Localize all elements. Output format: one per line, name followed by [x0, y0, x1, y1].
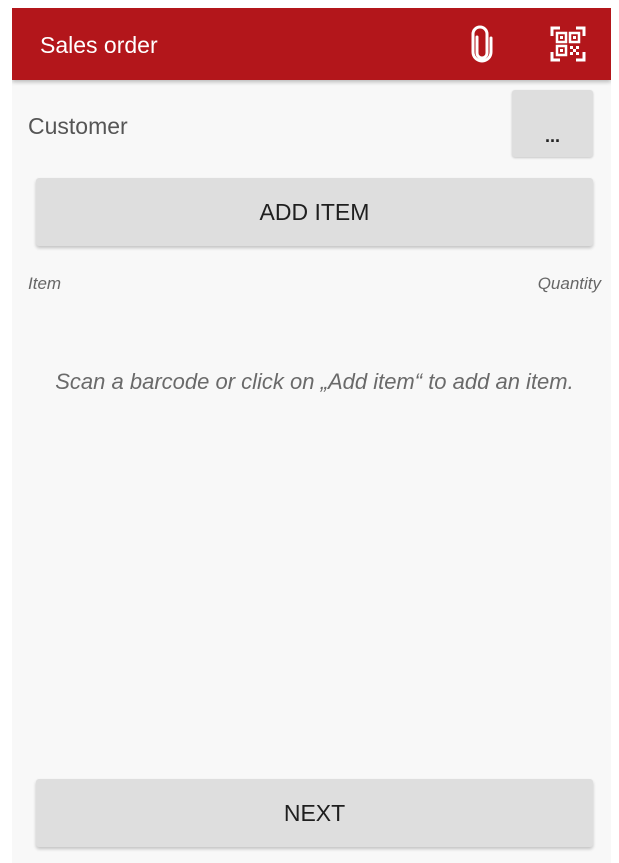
- select-customer-button[interactable]: ...: [512, 90, 593, 157]
- app-bar: Sales order: [12, 8, 611, 80]
- paperclip-icon: [471, 25, 493, 63]
- customer-label: Customer: [28, 113, 128, 139]
- page-title: Sales order: [40, 32, 158, 58]
- app-screen: Sales order Customer ... ADD ITEM Item Q…: [12, 8, 611, 863]
- qr-scan-icon: [550, 26, 586, 62]
- attach-button[interactable]: [460, 22, 504, 66]
- add-item-button[interactable]: ADD ITEM: [36, 178, 593, 246]
- item-column-header: Item: [28, 274, 62, 293]
- quantity-column-header: Quantity: [537, 274, 601, 293]
- scan-qr-button[interactable]: [546, 22, 590, 66]
- next-button[interactable]: NEXT: [36, 779, 593, 847]
- empty-list-message: Scan a barcode or click on „Add item“ to…: [55, 369, 574, 394]
